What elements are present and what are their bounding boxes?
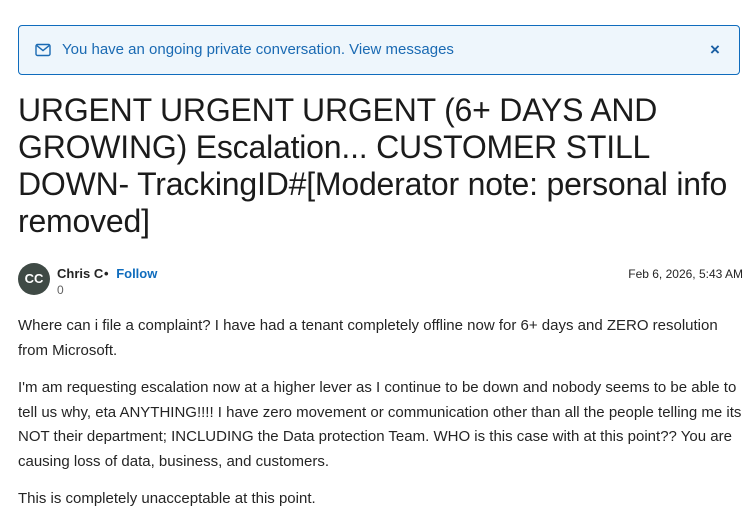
post-paragraph: This is completely unacceptable at this … <box>18 490 316 507</box>
follow-button[interactable]: Follow <box>116 266 157 281</box>
author-name-link[interactable]: Chris C <box>57 266 103 281</box>
bullet-separator: • <box>104 266 109 281</box>
post-date: Feb 6, 2026, 5:43 AM <box>628 267 743 281</box>
post-body: Where can i file a complaint? I have had… <box>18 314 746 525</box>
follow-wrap: • Follow <box>104 266 157 281</box>
private-conversation-banner: You have an ongoing private conversation… <box>18 25 740 75</box>
post-title: URGENT URGENT URGENT (6+ DAYS AND GROWIN… <box>18 92 728 239</box>
author-row: CC Chris C • Follow 0 Feb 6, 2026, 5:43 … <box>18 263 743 299</box>
avatar[interactable]: CC <box>18 263 50 295</box>
mail-icon <box>35 43 51 57</box>
close-icon[interactable]: × <box>707 41 723 59</box>
author-kudos-count: 0 <box>57 283 64 297</box>
banner-message-link[interactable]: You have an ongoing private conversation… <box>62 41 454 58</box>
post-paragraph: I'm am requesting escalation now at a hi… <box>18 379 742 470</box>
post-paragraph: Where can i file a complaint? I have had… <box>18 317 718 359</box>
